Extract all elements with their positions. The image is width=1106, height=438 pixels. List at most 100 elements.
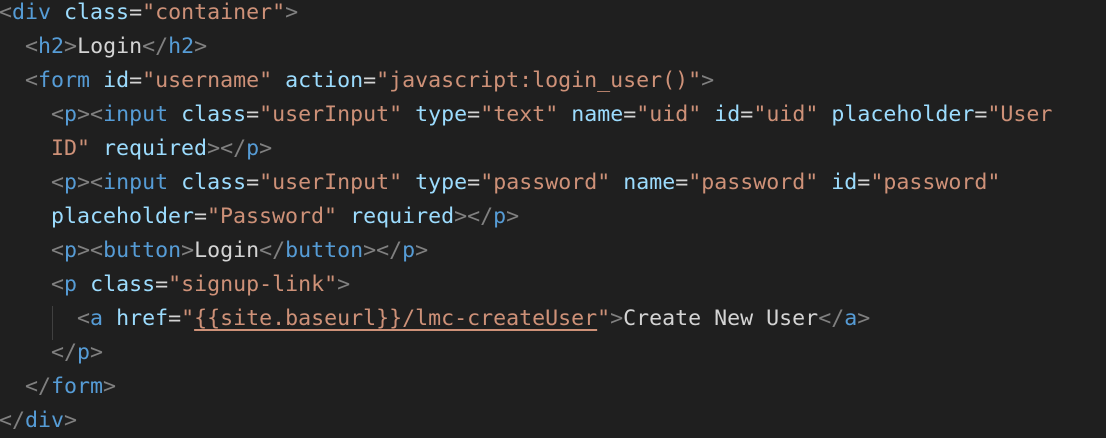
code-token: form: [51, 374, 104, 399]
code-token: =: [246, 170, 260, 195]
code-token: required: [350, 204, 455, 229]
code-token: action: [285, 68, 364, 93]
code-token: <: [51, 272, 65, 297]
code-token: "username": [142, 68, 273, 93]
code-token: =: [974, 102, 988, 127]
code-token: a: [90, 306, 104, 331]
code-token: >: [64, 34, 78, 59]
code-token: </: [142, 34, 169, 59]
code-token: >: [194, 34, 208, 59]
code-token: button: [103, 238, 182, 263]
code-token: >: [103, 374, 117, 399]
code-editor[interactable]: <div class="container"> <h2>Login</h2> <…: [0, 0, 1106, 433]
code-token: class: [181, 170, 247, 195]
code-token: =: [129, 0, 143, 25]
code-line: ID" required></p>: [0, 132, 272, 166]
code-line: <p><input class="userInput" type="text" …: [0, 98, 1052, 132]
code-token: Create New User: [623, 306, 819, 331]
code-token: =: [363, 68, 377, 93]
code-token: </: [0, 408, 26, 433]
code-token: h2: [168, 34, 195, 59]
code-token: name: [623, 170, 676, 195]
code-line: </div>: [0, 404, 77, 438]
code-token: placeholder: [831, 102, 975, 127]
code-token: class: [90, 272, 156, 297]
code-token: >: [285, 0, 299, 25]
code-token: ><: [77, 170, 104, 195]
code-token: =: [155, 272, 169, 297]
code-token: p: [64, 272, 78, 297]
code-token: ></: [207, 136, 247, 161]
code-token: input: [103, 170, 169, 195]
code-token: <: [51, 238, 65, 263]
code-token: </: [51, 340, 78, 365]
code-token: p: [493, 204, 507, 229]
code-token: <: [51, 170, 65, 195]
code-token: ><: [77, 238, 104, 263]
code-line: <form id="username" action="javascript:l…: [0, 64, 714, 98]
code-token: p: [64, 170, 78, 195]
code-token: </: [25, 374, 52, 399]
code-token: div: [12, 0, 52, 25]
code-token: ><: [77, 102, 104, 127]
code-token: placeholder: [51, 204, 195, 229]
code-token: </: [259, 238, 286, 263]
code-token: p: [64, 102, 78, 127]
code-token: >: [181, 238, 195, 263]
code-line: <div class="container">: [0, 0, 298, 30]
code-token: <: [25, 68, 39, 93]
code-token: id: [103, 68, 130, 93]
code-token: Login: [77, 34, 143, 59]
code-token: "text": [480, 102, 559, 127]
code-token: <: [77, 306, 91, 331]
code-token: ": [181, 306, 195, 331]
code-token: name: [571, 102, 624, 127]
code-token: "javascript:login_user()": [376, 68, 702, 93]
code-token: p: [64, 238, 78, 263]
code-token: p: [402, 238, 416, 263]
code-token: >: [415, 238, 429, 263]
code-token: ></: [363, 238, 403, 263]
code-token: =: [675, 170, 689, 195]
code-token: <: [25, 34, 39, 59]
code-line: </form>: [0, 370, 116, 404]
code-token: p: [246, 136, 260, 161]
code-token: Login: [194, 238, 260, 263]
code-token: =: [740, 102, 754, 127]
code-token: >: [337, 272, 351, 297]
code-line: <p><input class="userInput" type="passwo…: [0, 166, 1000, 200]
code-token: button: [285, 238, 364, 263]
code-token: >: [857, 306, 871, 331]
code-token: "signup-link": [168, 272, 338, 297]
code-token: <: [51, 102, 65, 127]
code-token: ></: [454, 204, 494, 229]
code-token: id: [714, 102, 741, 127]
code-token: h2: [38, 34, 65, 59]
code-token: div: [25, 408, 65, 433]
code-token: =: [246, 102, 260, 127]
code-token: =: [467, 102, 481, 127]
code-token: input: [103, 102, 169, 127]
code-line: <h2>Login</h2>: [0, 30, 207, 64]
code-token: =: [467, 170, 481, 195]
code-token: {{site.baseurl}}/lmc-createUser: [194, 306, 598, 331]
code-token: >: [506, 204, 520, 229]
code-token: "password": [870, 170, 1001, 195]
code-token: href: [116, 306, 169, 331]
